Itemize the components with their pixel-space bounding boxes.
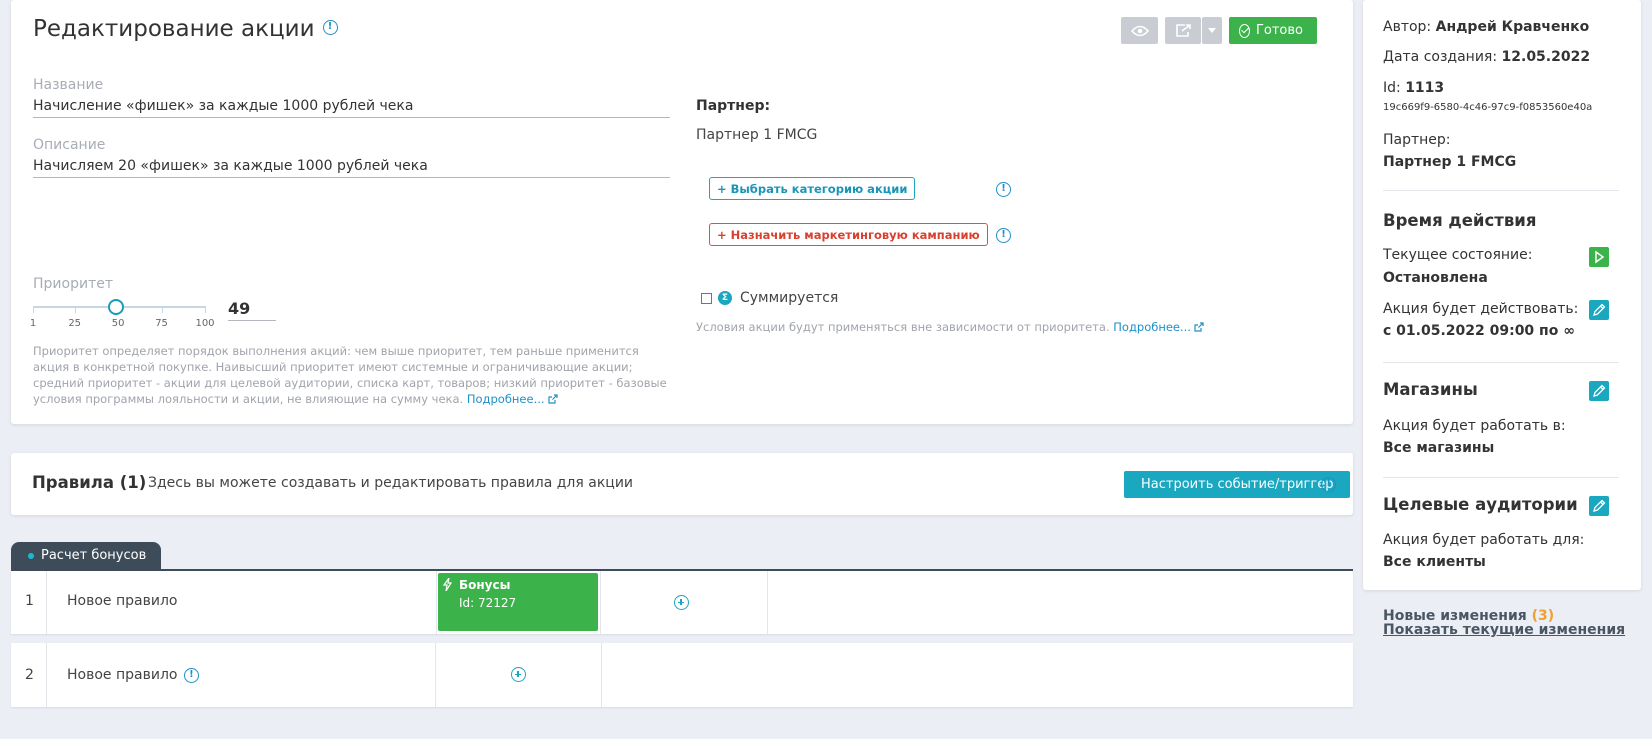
priority-value-input[interactable]: 49	[228, 299, 276, 321]
info-icon[interactable]: !	[996, 182, 1011, 197]
summable-more-link[interactable]: Подробнее...	[1113, 320, 1191, 334]
summable-row: Σ Суммируется	[701, 290, 838, 306]
slider-tick	[161, 306, 163, 313]
divider	[1383, 362, 1619, 363]
partner-value: Партнер 1 FMCG	[1383, 154, 1517, 170]
add-action-icon[interactable]	[511, 667, 526, 682]
configure-trigger-button[interactable]: Настроить событие/триггер	[1124, 471, 1351, 498]
add-action-icon[interactable]	[674, 595, 689, 610]
rule-row[interactable]: 1 Новое правило Бонусы Id: 72127	[11, 571, 1353, 634]
name-label: Название	[33, 77, 104, 93]
slider-tick	[74, 306, 76, 313]
pencil-icon	[1593, 303, 1606, 316]
active-period-value: с 01.05.2022 09:00 по ∞	[1383, 323, 1575, 339]
active-period-label: Акция будет действовать:	[1383, 301, 1579, 317]
slider-tick-label: 100	[195, 318, 215, 329]
tab-bonus-calculation[interactable]: Расчет бонусов	[11, 542, 161, 569]
name-input[interactable]: Начисление «фишек» за каждые 1000 рублей…	[33, 98, 670, 118]
priority-label: Приоритет	[33, 276, 113, 292]
stores-heading: Магазины	[1383, 380, 1478, 399]
promotion-guid: 19c669f9-6580-4c46-97c9-f0853560e40a	[1383, 102, 1593, 113]
time-heading: Время действия	[1383, 211, 1537, 230]
edit-period-button[interactable]	[1589, 300, 1609, 320]
slider-tick-label: 75	[155, 318, 168, 329]
start-button[interactable]	[1589, 247, 1609, 267]
pencil-icon	[1593, 499, 1606, 512]
tab-indicator-dot	[28, 553, 34, 559]
rule-number: 2	[25, 667, 34, 683]
info-icon[interactable]: !	[183, 667, 199, 683]
slider-tick-label: 50	[111, 318, 125, 329]
external-link-icon	[547, 394, 558, 404]
rules-title: Правила (1)	[32, 473, 147, 492]
summable-label: Суммируется	[740, 290, 839, 306]
audience-heading: Целевые аудитории	[1383, 495, 1578, 514]
audience-value: Все клиенты	[1383, 554, 1486, 570]
done-button[interactable]: Готово	[1229, 17, 1317, 44]
state-label: Текущее состояние:	[1383, 247, 1533, 263]
share-icon	[1175, 24, 1191, 37]
info-icon[interactable]: !	[1321, 477, 1336, 492]
slider-tick-label: 25	[68, 318, 82, 329]
choose-category-button[interactable]: + Выбрать категорию акции	[709, 177, 916, 200]
partner-label: Партнер:	[1383, 132, 1451, 148]
bonus-id: Id: 72127	[459, 596, 517, 610]
promotion-edit-card: Редактирование акции! Готово Название На…	[11, 0, 1353, 424]
author: Автор: Андрей Кравченко	[1383, 19, 1590, 35]
chevron-down-icon	[1208, 28, 1216, 33]
export-dropdown-button[interactable]	[1202, 17, 1222, 44]
rules-description: Здесь вы можете создавать и редактироват…	[148, 475, 634, 491]
partner-value: Партнер 1 FMCG	[696, 127, 818, 143]
check-circle-icon	[1239, 23, 1250, 38]
lightning-icon	[443, 578, 452, 591]
eye-icon	[1130, 25, 1149, 36]
author-name: Андрей Кравченко	[1435, 19, 1590, 35]
slider-tick	[33, 306, 34, 313]
stores-label: Акция будет работать в:	[1383, 418, 1566, 434]
description-label: Описание	[33, 137, 106, 153]
rule-name[interactable]: Новое правило !	[67, 667, 199, 683]
info-icon[interactable]: !	[996, 228, 1011, 243]
bonus-action-card[interactable]: Бонусы Id: 72127	[438, 573, 598, 631]
partner-label: Партнер:	[696, 98, 771, 114]
rule-name[interactable]: Новое правило	[67, 593, 177, 609]
pencil-icon	[1593, 384, 1606, 397]
stores-value: Все магазины	[1383, 440, 1495, 456]
slider-tick	[205, 306, 206, 313]
priority-slider-handle[interactable]	[108, 299, 125, 315]
export-button[interactable]	[1165, 17, 1201, 44]
external-link-icon	[1194, 322, 1204, 332]
sigma-icon: Σ	[718, 291, 732, 305]
show-changes-link[interactable]: Показать текущие изменения	[1383, 622, 1625, 638]
preview-button[interactable]	[1121, 17, 1158, 44]
edit-audience-button[interactable]	[1589, 496, 1609, 516]
assign-campaign-button[interactable]: + Назначить маркетинговую кампанию	[709, 223, 988, 246]
divider	[1383, 477, 1619, 478]
rule-row[interactable]: 2 Новое правило !	[11, 643, 1353, 707]
priority-more-link[interactable]: Подробнее...	[467, 392, 545, 406]
bonus-title: Бонусы	[459, 578, 511, 592]
created-date: Дата создания: 12.05.2022	[1383, 49, 1591, 65]
audience-label: Акция будет работать для:	[1383, 532, 1585, 548]
summable-checkbox[interactable]	[701, 292, 712, 304]
priority-hint: Приоритет определяет порядок выполнения …	[33, 344, 667, 406]
description-input[interactable]: Начисляем 20 «фишек» за каждые 1000 рубл…	[33, 158, 670, 178]
divider	[1383, 190, 1619, 191]
slider-tick-label: 1	[29, 318, 37, 329]
page-title: Редактирование акции!	[33, 16, 338, 42]
rule-number: 1	[25, 593, 34, 609]
info-icon[interactable]: !	[322, 20, 338, 35]
state-value: Остановлена	[1383, 270, 1488, 286]
play-icon	[1595, 250, 1605, 264]
edit-stores-button[interactable]	[1589, 381, 1609, 401]
summable-hint: Условия акции будут применяться вне зави…	[696, 319, 1204, 335]
rules-header-card: Правила (1) Здесь вы можете создавать и …	[11, 453, 1353, 515]
sidebar: Автор: Андрей Кравченко Дата создания: 1…	[1363, 0, 1641, 590]
promotion-id: Id: 1113	[1383, 80, 1445, 96]
